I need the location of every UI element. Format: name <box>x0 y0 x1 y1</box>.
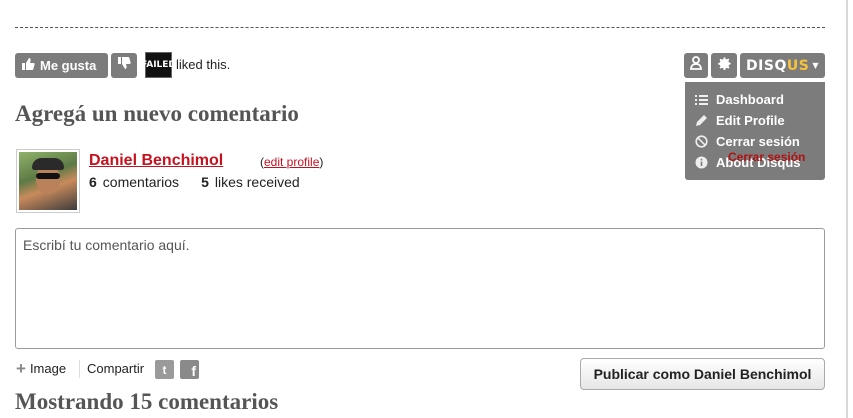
logout-link-behind-menu[interactable]: Cerrar sesión <box>728 150 805 164</box>
avatar-photo <box>19 152 77 210</box>
gear-icon <box>717 56 732 76</box>
page-edge-divider <box>846 0 848 418</box>
menu-item-label: Dashboard <box>716 92 784 107</box>
community-button[interactable] <box>684 53 708 78</box>
edit-profile-link[interactable]: edit profile <box>264 155 319 169</box>
plus-icon: + <box>16 359 26 378</box>
likes-count: 5 <box>201 174 209 190</box>
publish-button[interactable]: Publicar como Daniel Benchimol <box>580 358 825 390</box>
no-entry-icon <box>694 135 708 148</box>
user-icon <box>689 56 703 75</box>
facebook-share-button[interactable]: f <box>180 360 199 379</box>
like-button[interactable]: Me gusta <box>15 53 108 78</box>
menu-item-logout[interactable]: Cerrar sesión <box>685 131 825 152</box>
pencil-icon <box>694 114 708 127</box>
info-icon <box>694 156 708 169</box>
comments-label: comentarios <box>102 174 180 190</box>
comments-count-title: Mostrando 15 comentarios <box>15 389 279 414</box>
user-stats: 6 comentarios 5 likes received <box>89 174 300 190</box>
twitter-share-button[interactable]: t <box>155 360 174 379</box>
add-image-button[interactable]: + Image <box>16 359 67 378</box>
menu-item-label: Cerrar sesión <box>716 134 800 149</box>
avatar[interactable] <box>16 149 80 213</box>
edit-profile-wrapper: (edit profile) <box>260 155 324 169</box>
settings-button[interactable] <box>711 53 737 78</box>
facebook-icon: f <box>191 363 196 379</box>
like-label: Me gusta <box>40 58 97 73</box>
disqus-brand-accent: US <box>786 57 810 74</box>
menu-item-dashboard[interactable]: Dashboard <box>685 89 825 110</box>
dashed-divider <box>15 27 825 28</box>
thumbs-up-icon <box>21 57 35 74</box>
likes-label: likes received <box>214 174 300 190</box>
menu-item-label: Edit Profile <box>716 113 785 128</box>
twitter-icon: t <box>162 362 167 377</box>
comments-count: 6 <box>89 174 97 190</box>
list-icon <box>694 94 708 106</box>
liker-badge-text: FAILED <box>141 59 176 70</box>
add-comment-title: Agregá un nuevo comentario <box>15 101 299 126</box>
disqus-menu-button[interactable]: DISQ US ▼ <box>740 53 825 78</box>
disqus-dropdown-menu: Dashboard Edit Profile Cerrar sesión Abo… <box>685 82 825 180</box>
disqus-brand-main: DISQ <box>746 57 787 74</box>
menu-item-edit-profile[interactable]: Edit Profile <box>685 110 825 131</box>
image-label: Image <box>29 361 67 376</box>
caret-down-icon: ▼ <box>812 61 819 70</box>
share-label: Compartir <box>87 361 145 376</box>
liked-this-text: liked this. <box>176 57 231 72</box>
thumbs-down-icon <box>117 56 131 75</box>
comment-textarea[interactable] <box>15 228 825 349</box>
dislike-button[interactable] <box>111 53 137 78</box>
user-name-link[interactable]: Daniel Benchimol <box>89 152 223 170</box>
liker-avatar[interactable]: FAILED <box>141 52 176 78</box>
toolbar-separator <box>79 360 80 378</box>
